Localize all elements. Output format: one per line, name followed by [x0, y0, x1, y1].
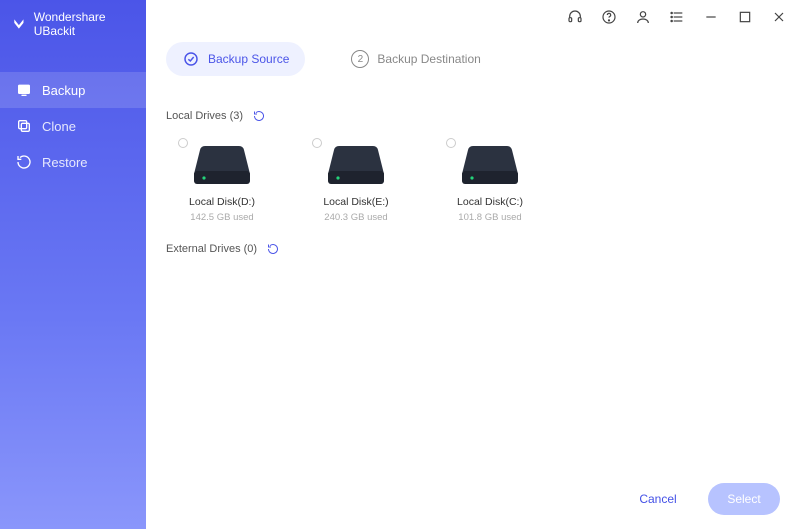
drive-name: Local Disk(C:)	[457, 196, 523, 208]
sidebar-item-backup[interactable]: Backup	[0, 72, 146, 108]
drive-used: 240.3 GB used	[324, 212, 387, 223]
app-logo-icon	[12, 16, 26, 32]
step-backup-source[interactable]: Backup Source	[166, 42, 305, 76]
local-drives-header: Local Drives (3)	[166, 110, 780, 122]
sidebar-nav: Backup Clone Restore	[0, 72, 146, 180]
step-number-badge: 2	[351, 50, 369, 68]
sidebar-item-restore[interactable]: Restore	[0, 144, 146, 180]
menu-icon[interactable]	[668, 8, 686, 26]
hard-drive-icon	[326, 144, 386, 186]
hard-drive-icon	[192, 144, 252, 186]
close-icon[interactable]	[770, 8, 788, 26]
app-title: Wondershare UBackit	[34, 10, 134, 38]
help-icon[interactable]	[600, 8, 618, 26]
backup-icon	[16, 82, 32, 98]
wizard-steps: Backup Source 2 Backup Destination	[146, 34, 800, 90]
drive-name: Local Disk(D:)	[189, 196, 255, 208]
maximize-icon[interactable]	[736, 8, 754, 26]
sidebar-item-clone[interactable]: Clone	[0, 108, 146, 144]
drive-card[interactable]: Local Disk(C:) 101.8 GB used	[444, 138, 536, 223]
footer: Cancel Select	[146, 469, 800, 529]
section-title: Local Drives (3)	[166, 110, 243, 122]
external-drives-header: External Drives (0)	[166, 243, 780, 255]
content-area: Local Drives (3) Local Disk(D:) 142.5 GB…	[146, 90, 800, 469]
drive-card[interactable]: Local Disk(E:) 240.3 GB used	[310, 138, 402, 223]
step-backup-destination[interactable]: 2 Backup Destination	[335, 42, 496, 76]
clone-icon	[16, 118, 32, 134]
cancel-button[interactable]: Cancel	[622, 483, 694, 515]
titlebar	[146, 0, 800, 34]
drive-name: Local Disk(E:)	[323, 196, 388, 208]
main-panel: Backup Source 2 Backup Destination Local…	[146, 0, 800, 529]
drive-used: 101.8 GB used	[458, 212, 521, 223]
drive-radio[interactable]	[312, 138, 322, 148]
drive-radio[interactable]	[178, 138, 188, 148]
sidebar-item-label: Backup	[42, 83, 85, 98]
local-drive-grid: Local Disk(D:) 142.5 GB used Local Disk(…	[166, 138, 780, 223]
step-label: Backup Source	[208, 52, 289, 66]
restore-icon	[16, 154, 32, 170]
section-title: External Drives (0)	[166, 243, 257, 255]
drive-radio[interactable]	[446, 138, 456, 148]
refresh-icon[interactable]	[253, 110, 265, 122]
drive-used: 142.5 GB used	[190, 212, 253, 223]
step-label: Backup Destination	[377, 52, 480, 66]
sidebar-item-label: Restore	[42, 155, 88, 170]
headset-icon[interactable]	[566, 8, 584, 26]
hard-drive-icon	[460, 144, 520, 186]
sidebar: Wondershare UBackit Backup Clone Restore	[0, 0, 146, 529]
minimize-icon[interactable]	[702, 8, 720, 26]
app-root: Wondershare UBackit Backup Clone Restore	[0, 0, 800, 529]
user-icon[interactable]	[634, 8, 652, 26]
select-button[interactable]: Select	[708, 483, 780, 515]
drive-card[interactable]: Local Disk(D:) 142.5 GB used	[176, 138, 268, 223]
refresh-icon[interactable]	[267, 243, 279, 255]
check-icon	[182, 50, 200, 68]
brand: Wondershare UBackit	[0, 0, 146, 54]
sidebar-item-label: Clone	[42, 119, 76, 134]
